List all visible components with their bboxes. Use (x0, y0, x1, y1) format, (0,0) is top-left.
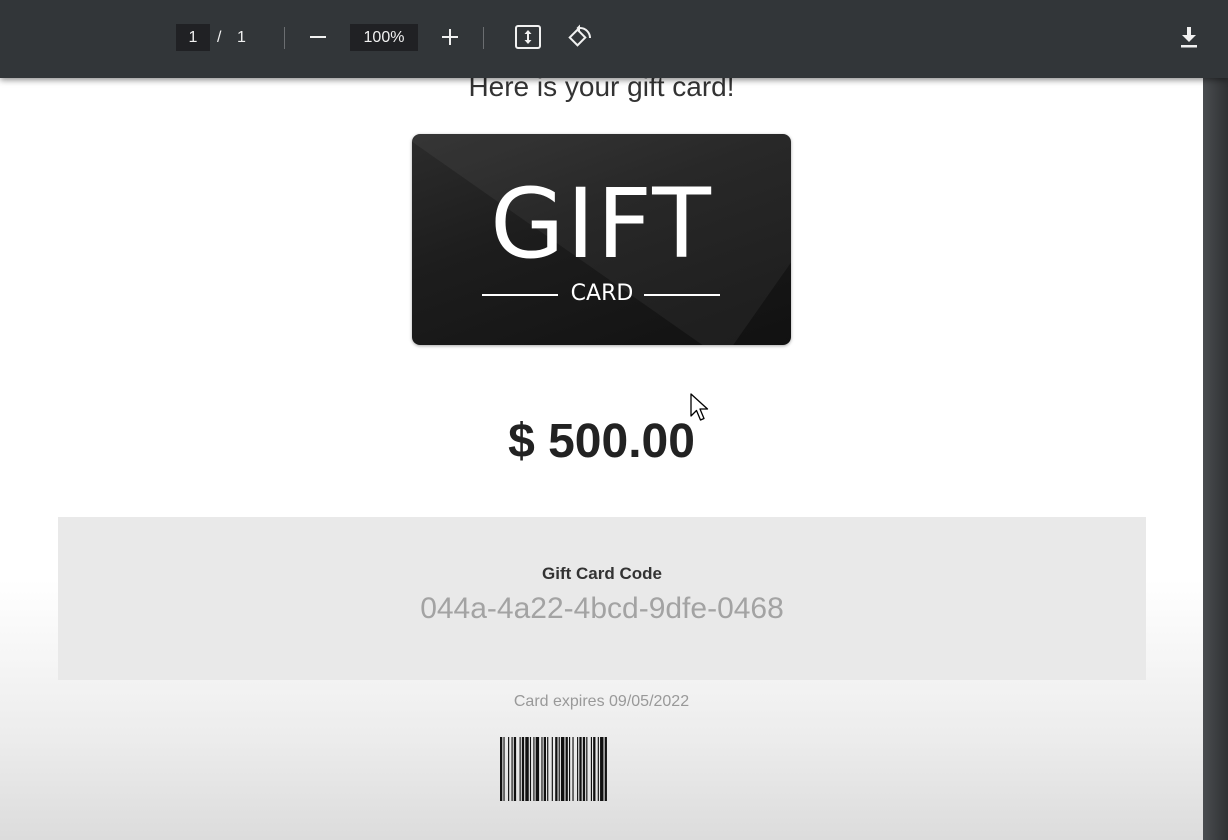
page-total: 1 (237, 29, 246, 46)
barcode-bar (600, 737, 604, 801)
barcode-bar (543, 737, 546, 801)
page-number-input[interactable]: 1 (176, 24, 210, 51)
download-button[interactable] (1173, 21, 1205, 53)
gift-card-title: GIFT (490, 168, 713, 280)
mouse-cursor-icon (690, 393, 709, 421)
gift-card-code-value: 044a-4a22-4bcd-9dfe-0468 (420, 592, 784, 625)
barcode-bar (511, 737, 513, 801)
pdf-page: Here is your gift card! GIFT CARD $ 500.… (0, 60, 1203, 840)
gift-card-subtitle-row: CARD (482, 280, 722, 308)
barcode-bar (572, 737, 574, 801)
barcode-bar (582, 737, 586, 801)
fit-to-page-icon (515, 25, 541, 49)
barcode-bar (521, 737, 525, 801)
toolbar-divider (483, 27, 484, 49)
barcode-image (500, 737, 607, 801)
barcode-bar (577, 737, 579, 801)
barcode-bar (500, 737, 503, 801)
barcode-bar (597, 737, 599, 801)
pdf-viewer: Here is your gift card! GIFT CARD $ 500.… (0, 0, 1228, 840)
barcode-bar (604, 737, 607, 801)
barcode-bar (541, 737, 543, 801)
pdf-toolbar: 1 / 1 100% (0, 0, 1228, 78)
barcode-bar (535, 737, 540, 801)
barcode-bar (547, 737, 549, 801)
gift-card-amount: $ 500.00 (508, 415, 695, 468)
barcode-bar (533, 737, 535, 801)
fit-to-page-button[interactable] (512, 21, 544, 53)
barcode-bar (558, 737, 560, 801)
barcode-bar (579, 737, 582, 801)
barcode-bar (513, 737, 517, 801)
gift-card-code-label: Gift Card Code (542, 564, 662, 583)
gift-card-image: GIFT CARD (412, 134, 791, 345)
barcode-bar (529, 737, 532, 801)
rotate-button[interactable] (564, 21, 596, 53)
card-line-right (644, 294, 720, 296)
viewer-scroll-area[interactable] (1203, 60, 1228, 840)
barcode-bar (551, 737, 553, 801)
barcode-bar (519, 737, 521, 801)
page-separator: / (217, 29, 222, 46)
barcode-bar (565, 737, 568, 801)
download-icon (1181, 27, 1197, 48)
rotate-icon (568, 24, 591, 47)
zoom-level-input[interactable]: 100% (350, 24, 418, 51)
zoom-in-button[interactable] (434, 21, 466, 53)
zoom-out-icon (310, 36, 326, 38)
zoom-in-icon (442, 29, 458, 45)
barcode-bar (555, 737, 558, 801)
toolbar-divider (284, 27, 285, 49)
barcode-bar (593, 737, 596, 801)
barcode-bar (525, 737, 529, 801)
card-expiry-text: Card expires 09/05/2022 (513, 693, 690, 710)
gift-card-code-panel: Gift Card Code 044a-4a22-4bcd-9dfe-0468 (58, 517, 1146, 680)
barcode-bar (503, 737, 505, 801)
zoom-out-button[interactable] (302, 21, 334, 53)
barcode-bar (569, 737, 571, 801)
barcode-bar (586, 737, 588, 801)
barcode-bar (560, 737, 565, 801)
barcode-bar (590, 737, 592, 801)
barcode-bar (508, 737, 510, 801)
